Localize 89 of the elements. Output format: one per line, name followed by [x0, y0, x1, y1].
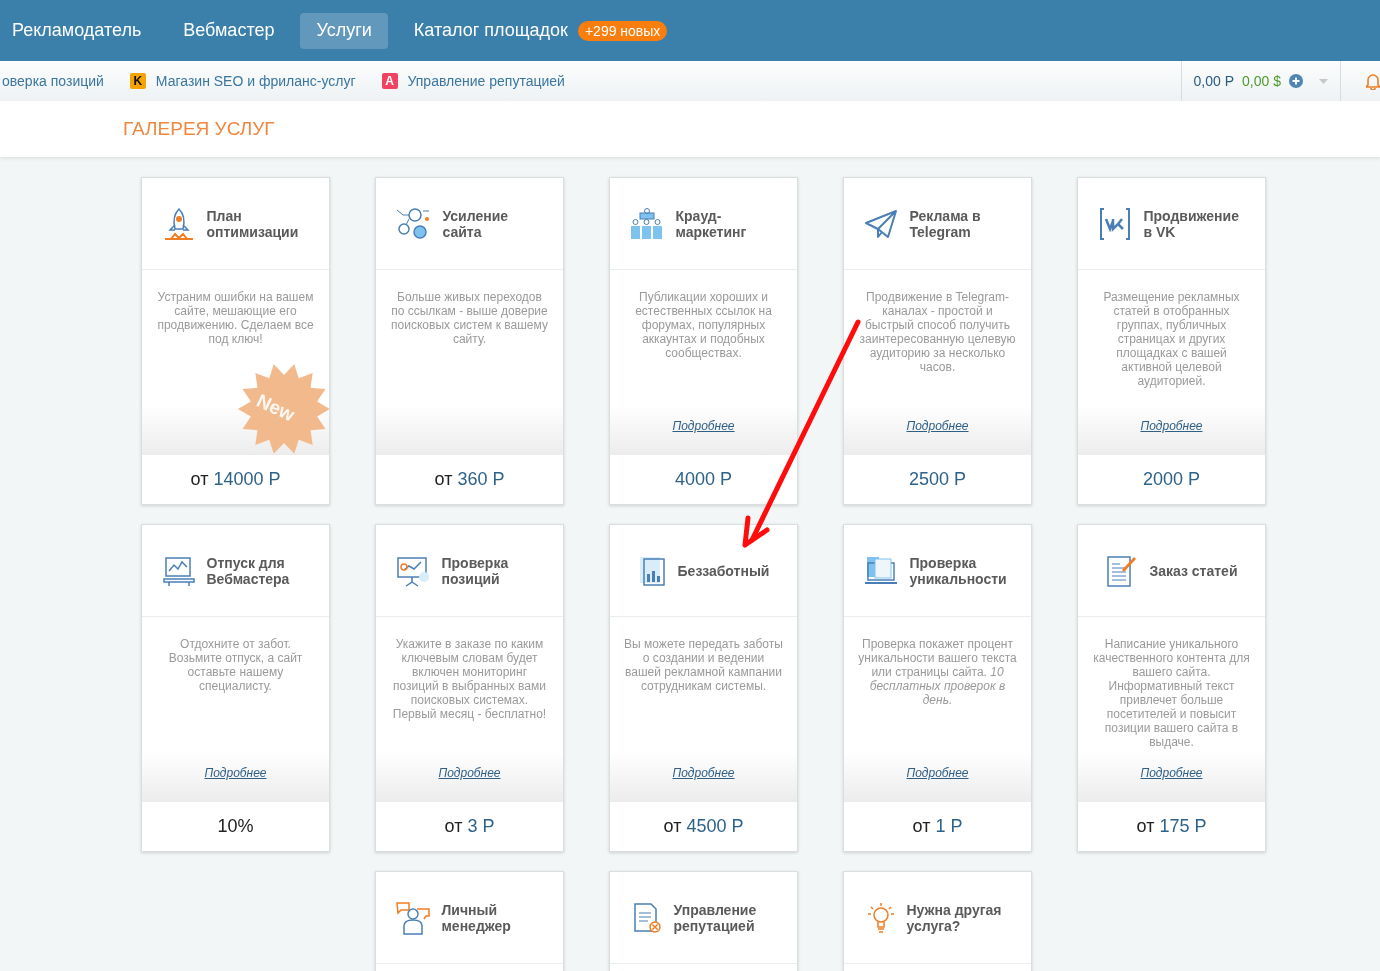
price-value: 4500 Р — [686, 816, 744, 837]
price-prefix: от — [663, 816, 682, 837]
details-link[interactable]: Подробнее — [906, 419, 969, 433]
service-card[interactable]: Продвижение в VK Размещение рекламных статей в отобранных группах, публичных страницах и других площадках с вашей активной целевой аудиторией. Подробнее 2000 Р — [1077, 177, 1266, 505]
nav-tab[interactable]: Каталог площадок +299 новых — [397, 12, 684, 49]
service-title: Проверка уникальности — [909, 554, 1008, 587]
price-prefix: от — [912, 816, 931, 837]
service-title: Усиление сайта — [442, 207, 510, 240]
price-prefix: от — [1136, 816, 1155, 837]
service-card[interactable]: Усиление сайта Больше живых переходов по ссылкам - выше доверие поисковых систем к вашему сайту. от 360 Р — [375, 177, 564, 505]
network-icon — [394, 206, 431, 241]
sub-nav-link[interactable]: K Магазин SEO и фриланс-услуг — [129, 73, 356, 89]
price-value: 2500 Р — [908, 469, 967, 490]
service-description: Отдохните от забот. Возьмите отпуск, а сайт оставьте нашему специалисту. — [167, 636, 304, 693]
service-card[interactable]: Крауд-маркетинг Публикации хороших и естественных ссылок на форумах, популярных аккаунтах и подобных сообществах. Подробнее 4000 Р — [609, 177, 798, 505]
vk-icon — [1097, 206, 1132, 241]
lightbulb-icon — [866, 900, 895, 935]
balance-usd: 0,00 $ — [1242, 73, 1281, 89]
service-description: Размещение рекламных статей в отобранных группах, публичных страницах и других площадках с вашей активной целевой аудиторией. — [1102, 289, 1241, 388]
balance-rub: 0,00 Р — [1193, 73, 1235, 89]
price-prefix: от — [434, 469, 453, 490]
details-link[interactable]: Подробнее — [672, 419, 735, 433]
sub-nav-link[interactable]: оверка позиций — [2, 73, 104, 89]
service-title: Крауд-маркетинг — [675, 207, 748, 240]
price-prefix: от — [444, 816, 463, 837]
service-title: Заказ статей — [1149, 562, 1238, 579]
document-cross-icon — [631, 901, 662, 934]
presentation-icon — [395, 554, 430, 587]
service-card[interactable]: Беззаботный Вы можете передать заботы о создании и ведении вашей рекламной кампании сотрудникам системы. Подробнее от 4500 Р — [609, 524, 798, 852]
discount-value: 10% — [217, 816, 254, 837]
service-description: Больше живых переходов по ссылкам - выше доверие поисковых систем к вашему сайту. — [390, 289, 549, 346]
service-description: Укажите в заказе по каким ключевым словам будет включен мониторинг позиций в выбранных вами поисковых системах. Первый месяц - бесплатно! — [391, 636, 548, 721]
new-count-badge: +299 новых — [577, 20, 668, 41]
document-pencil-icon — [1105, 553, 1138, 588]
price-value: 175 Р — [1159, 816, 1207, 837]
report-icon — [637, 554, 666, 587]
service-description: Публикации хороших и естественных ссылок на форумах, популярных аккаунтах и подобных сообществах. — [634, 289, 773, 360]
rocket-icon — [162, 206, 195, 241]
service-card[interactable]: План оптимизации Устраним ошибки на вашем сайте, мешающие его продвижению. Сделаем все под ключ! от 14000 Р New — [141, 177, 330, 505]
service-title: Проверка позиций — [441, 554, 510, 587]
service-title: Нужна другая услуга? — [906, 901, 1003, 934]
details-link[interactable]: Подробнее — [438, 766, 501, 780]
service-logo-icon: A — [381, 73, 398, 89]
service-title: План оптимизации — [206, 207, 300, 240]
service-card[interactable]: Управление репутацией — [609, 871, 798, 971]
service-title: Управление репутацией — [673, 901, 758, 934]
service-title: Личный менеджер — [441, 901, 512, 934]
details-link[interactable]: Подробнее — [204, 766, 267, 780]
sub-nav-link[interactable]: A Управление репутацией — [381, 73, 565, 89]
service-card[interactable]: Личный менеджер — [375, 871, 564, 971]
manager-icon — [395, 900, 430, 935]
service-card[interactable]: Реклама в Telegram Продвижение в Telegram-каналах - простой и быстрый способ получить заинтересованную целевую аудиторию за несколько часов. Подробнее 2500 Р — [843, 177, 1032, 505]
service-card[interactable]: Отпуск для Вебмастера Отдохните от забот. Возьмите отпуск, а сайт оставьте нашему специалисту. Подробнее 10% — [141, 524, 330, 852]
service-description: Проверка покажет процент уникальности вашего текста или страницы сайта. 10 бесплатных проверок в день. — [857, 636, 1018, 707]
service-card[interactable]: Нужна другая услуга? — [843, 871, 1032, 971]
details-link[interactable]: Подробнее — [1140, 419, 1203, 433]
price-value: 3 Р — [467, 816, 495, 837]
new-badge: New — [238, 363, 329, 455]
service-card[interactable]: Проверка уникальности Проверка покажет процент уникальности вашего текста или страницы сайта. 10 бесплатных проверок в день. Подробнее от 1 Р — [843, 524, 1032, 852]
add-funds-icon[interactable] — [1289, 74, 1303, 88]
service-title: Реклама в Telegram — [909, 207, 982, 240]
service-card[interactable]: Проверка позиций Укажите в заказе по каким ключевым словам будет включен мониторинг позиций в выбранных вами поисковых системах. Первый месяц - бесплатно! Подробнее от 3 Р — [375, 524, 564, 852]
price-value: 1 Р — [935, 816, 963, 837]
details-link[interactable]: Подробнее — [1140, 766, 1203, 780]
service-title: Отпуск для Вебмастера — [206, 554, 291, 587]
price-value: 2000 Р — [1142, 469, 1201, 490]
price-value: 360 Р — [457, 469, 505, 490]
details-link[interactable]: Подробнее — [672, 766, 735, 780]
bell-icon[interactable] — [1366, 72, 1380, 90]
monitor-chart-icon — [162, 554, 195, 587]
caret-icon[interactable] — [1319, 78, 1328, 84]
nav-tab[interactable]: Рекламодатель — [0, 12, 158, 49]
price-value: 4000 Р — [674, 469, 733, 490]
details-link[interactable]: Подробнее — [906, 766, 969, 780]
service-description: Продвижение в Telegram-каналах - простой и быстрый способ получить заинтересованную целевую аудиторию за несколько часов. — [858, 289, 1017, 374]
page-title: ГАЛЕРЕЯ УСЛУГ — [123, 118, 275, 140]
service-logo-icon: K — [129, 73, 146, 89]
price-value: 14000 Р — [213, 469, 281, 490]
audience-icon — [629, 207, 664, 240]
paper-plane-icon — [863, 208, 898, 239]
service-description: Вы можете передать заботы о создании и ведении вашей рекламной кампании сотрудникам системы. — [623, 636, 784, 693]
service-title: Беззаботный — [677, 562, 770, 579]
service-description: Устраним ошибки на вашем сайте, мешающие его продвижению. Сделаем все под ключ! — [156, 289, 315, 346]
service-card[interactable]: Заказ статей Написание уникального качественного контента для вашего сайта. Информативный текст привлечет больше посетителей и повысит позиции вашего сайта в выдаче. Подробнее от 175 Р — [1077, 524, 1266, 852]
nav-tab[interactable]: Вебмастер — [167, 12, 291, 49]
service-title: Продвижение в VK — [1143, 207, 1240, 240]
price-prefix: от — [190, 469, 209, 490]
laptop-document-icon — [863, 554, 898, 587]
service-description: Написание уникального качественного контента для вашего сайта. Информативный текст привлечет больше посетителей и повысит позиции вашего сайта в выдаче. — [1092, 636, 1251, 749]
